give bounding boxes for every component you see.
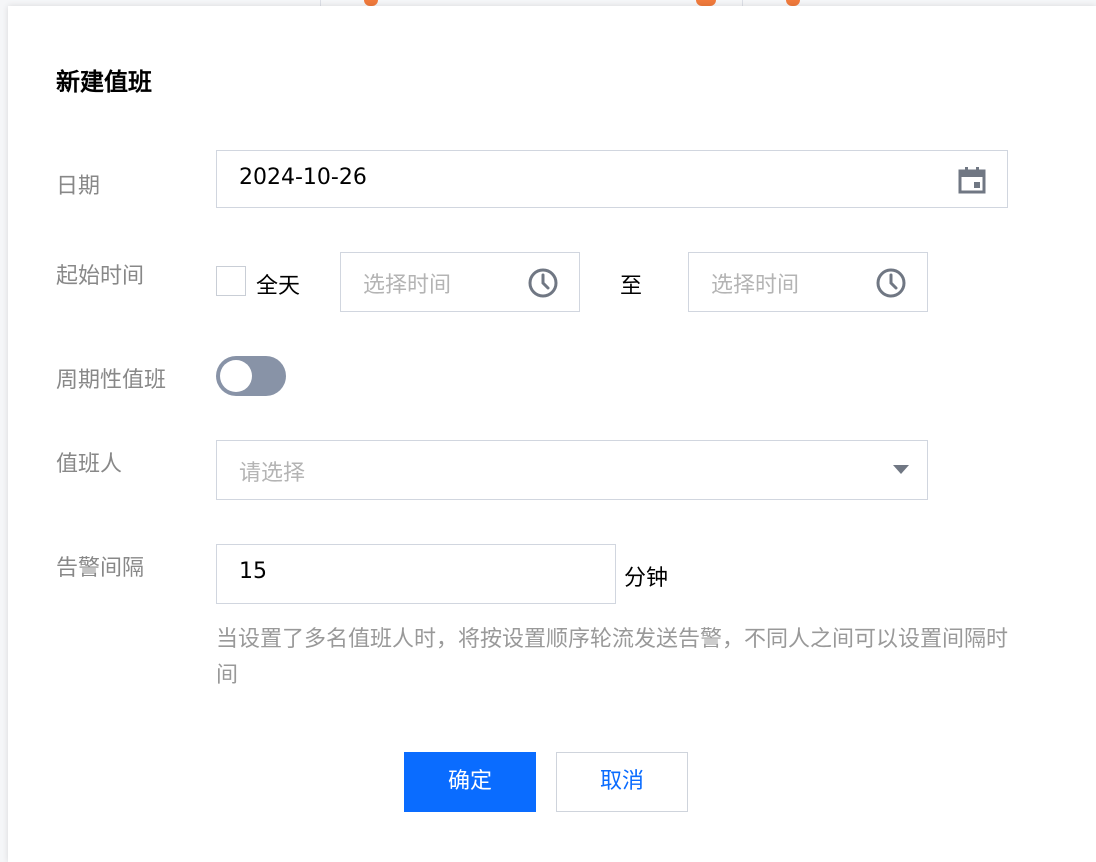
date-picker[interactable]: 2024-10-26 xyxy=(216,150,1008,208)
alert-interval-input[interactable]: 15 xyxy=(216,544,616,604)
time-range-separator: 至 xyxy=(620,274,643,299)
cancel-button[interactable]: 取消 xyxy=(556,752,688,812)
confirm-button[interactable]: 确定 xyxy=(404,752,536,812)
toggle-knob xyxy=(220,360,252,392)
clock-icon xyxy=(528,268,558,298)
alert-interval-unit: 分钟 xyxy=(624,566,669,591)
all-day-label[interactable]: 全天 xyxy=(256,268,300,300)
recurring-toggle[interactable] xyxy=(216,356,286,396)
on-duty-person-label: 值班人 xyxy=(56,452,123,477)
new-duty-dialog: 新建值班 日期 2024-10-26 起始时间 全天 选择时间 至 选择时间 周… xyxy=(8,6,1096,862)
on-duty-person-placeholder: 请选择 xyxy=(239,461,306,486)
caret-down-icon xyxy=(893,465,909,474)
end-time-picker[interactable]: 选择时间 xyxy=(688,252,928,312)
alert-interval-helper: 当设置了多名值班人时，将按设置顺序轮流发送告警，不同人之间可以设置间隔时间 xyxy=(216,627,1009,688)
recurring-label: 周期性值班 xyxy=(56,368,167,393)
on-duty-person-select[interactable]: 请选择 xyxy=(216,440,928,500)
alert-interval-value: 15 xyxy=(239,559,267,584)
alert-interval-label: 告警间隔 xyxy=(56,556,145,581)
date-value: 2024-10-26 xyxy=(239,165,367,190)
start-time-placeholder: 选择时间 xyxy=(363,273,452,298)
end-time-placeholder: 选择时间 xyxy=(711,273,800,298)
start-time-label: 起始时间 xyxy=(56,264,145,289)
date-label: 日期 xyxy=(56,174,101,199)
clock-icon xyxy=(876,268,906,298)
dialog-title: 新建值班 xyxy=(56,68,152,96)
all-day-checkbox[interactable] xyxy=(216,266,246,296)
calendar-icon[interactable] xyxy=(957,165,987,195)
start-time-picker[interactable]: 选择时间 xyxy=(340,252,580,312)
